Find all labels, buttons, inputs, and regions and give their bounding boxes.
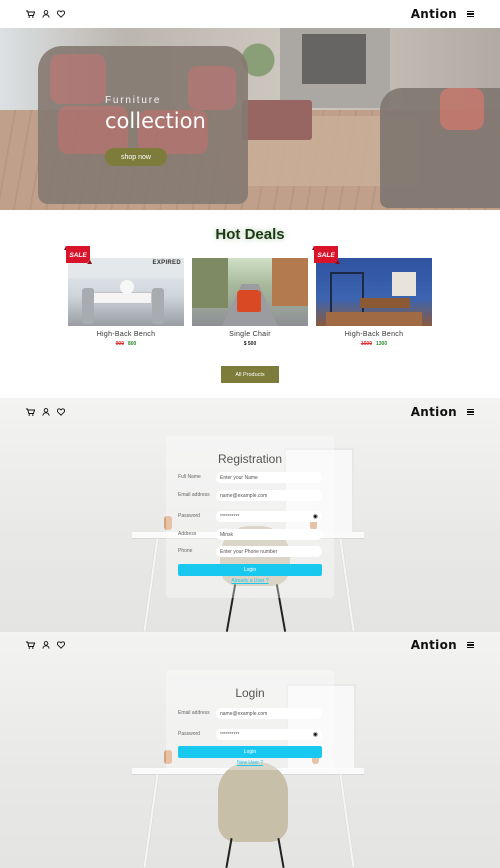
eye-icon[interactable]: ◉ [313,731,318,738]
password-input[interactable]: ********** ◉ [216,729,322,740]
header-icons [26,641,65,649]
hero-banner: Furniture collection shop now [0,28,500,210]
field-label: Password [178,731,200,737]
heart-icon[interactable] [57,641,65,649]
menu-icon[interactable] [467,408,474,416]
field-label: Phone [178,548,193,554]
email-row: Email address name@example.com [178,490,322,501]
header-icons [26,10,65,18]
price: $ 500 [243,341,257,347]
hero-title: collection [105,109,206,133]
new-price: 800 [128,341,137,347]
page: Antion Furniture collection shop now Hot… [0,0,500,868]
top-header: Antion [0,0,500,28]
sale-badge: SALE [64,246,92,264]
hero-subtitle: Furniture [105,95,162,106]
address-input[interactable]: Minsk [216,529,322,540]
registration-form: Registration Full Name Enter your Name E… [166,436,334,598]
phone-input[interactable]: Enter your Phone number [216,546,322,557]
product-image[interactable] [192,258,308,326]
user-icon[interactable] [42,10,50,18]
old-price: 900 [115,341,124,347]
menu-icon[interactable] [467,10,474,18]
hot-deals-title: Hot Deals [215,226,285,243]
svg-text:SALE: SALE [69,252,87,259]
register-submit-button[interactable]: Login [178,564,322,576]
login-header: Antion [0,631,500,659]
brand-logo[interactable]: Antion [411,7,457,21]
login-submit-button[interactable]: Login [178,746,322,758]
phone-row: Phone Enter your Phone number [178,546,322,557]
registration-header: Antion [0,398,500,426]
menu-icon[interactable] [467,641,474,649]
eye-icon[interactable]: ◉ [313,513,318,520]
chair-image [218,762,288,842]
product-price: $ 500 [192,341,308,347]
field-label: Address [178,531,197,537]
form-title: Registration [217,452,283,466]
brand-logo[interactable]: Antion [411,638,457,652]
product-name[interactable]: High-Back Bench [68,331,184,338]
field-label: Email address [178,710,210,716]
field-label: Email address [178,492,210,498]
address-row: Address Minsk [178,529,322,540]
email-input[interactable]: name@example.com [216,490,322,501]
field-label: Password [178,513,200,519]
product-name[interactable]: Single Chair [192,331,308,338]
password-row: Password ********** ◉ [178,729,322,740]
full-name-input[interactable]: Enter your Name [216,472,322,483]
email-input[interactable]: name@example.com [216,708,322,719]
full-name-row: Full Name Enter your Name [178,472,322,483]
shop-now-button[interactable]: shop now [105,148,167,166]
email-row: Email address name@example.com [178,708,322,719]
new-price: 1300 [376,341,388,347]
product-price: 900 800 [68,341,184,347]
cart-icon[interactable] [26,408,35,416]
product-card[interactable]: EXPIRED SALE High-Back Bench 900 800 [64,246,184,347]
heart-icon[interactable] [57,408,65,416]
brand-logo[interactable]: Antion [411,405,457,419]
old-price: 1600 [360,341,372,347]
product-price: 1600 1300 [316,341,432,347]
password-row: Password ********** ◉ [178,511,322,522]
header-icons [26,408,65,416]
product-card[interactable]: Single Chair $ 500 [192,258,308,347]
svg-text:SALE: SALE [317,252,335,259]
form-title: Login [235,686,265,700]
field-label: Full Name [178,474,201,480]
already-user-link[interactable]: Already a User ? [166,578,334,584]
expired-label: EXPIRED [152,260,181,266]
new-user-link[interactable]: New User ? [166,760,334,766]
sale-badge: SALE [312,246,340,264]
user-icon[interactable] [42,408,50,416]
password-input[interactable]: ********** ◉ [216,511,322,522]
all-products-button[interactable]: All Products [221,366,279,383]
product-name[interactable]: High-Back Bench [316,331,432,338]
user-icon[interactable] [42,641,50,649]
heart-icon[interactable] [57,10,65,18]
cart-icon[interactable] [26,641,35,649]
login-form: Login Email address name@example.com Pas… [166,670,334,770]
cart-icon[interactable] [26,10,35,18]
product-card[interactable]: SALE High-Back Bench 1600 1300 [312,246,432,347]
